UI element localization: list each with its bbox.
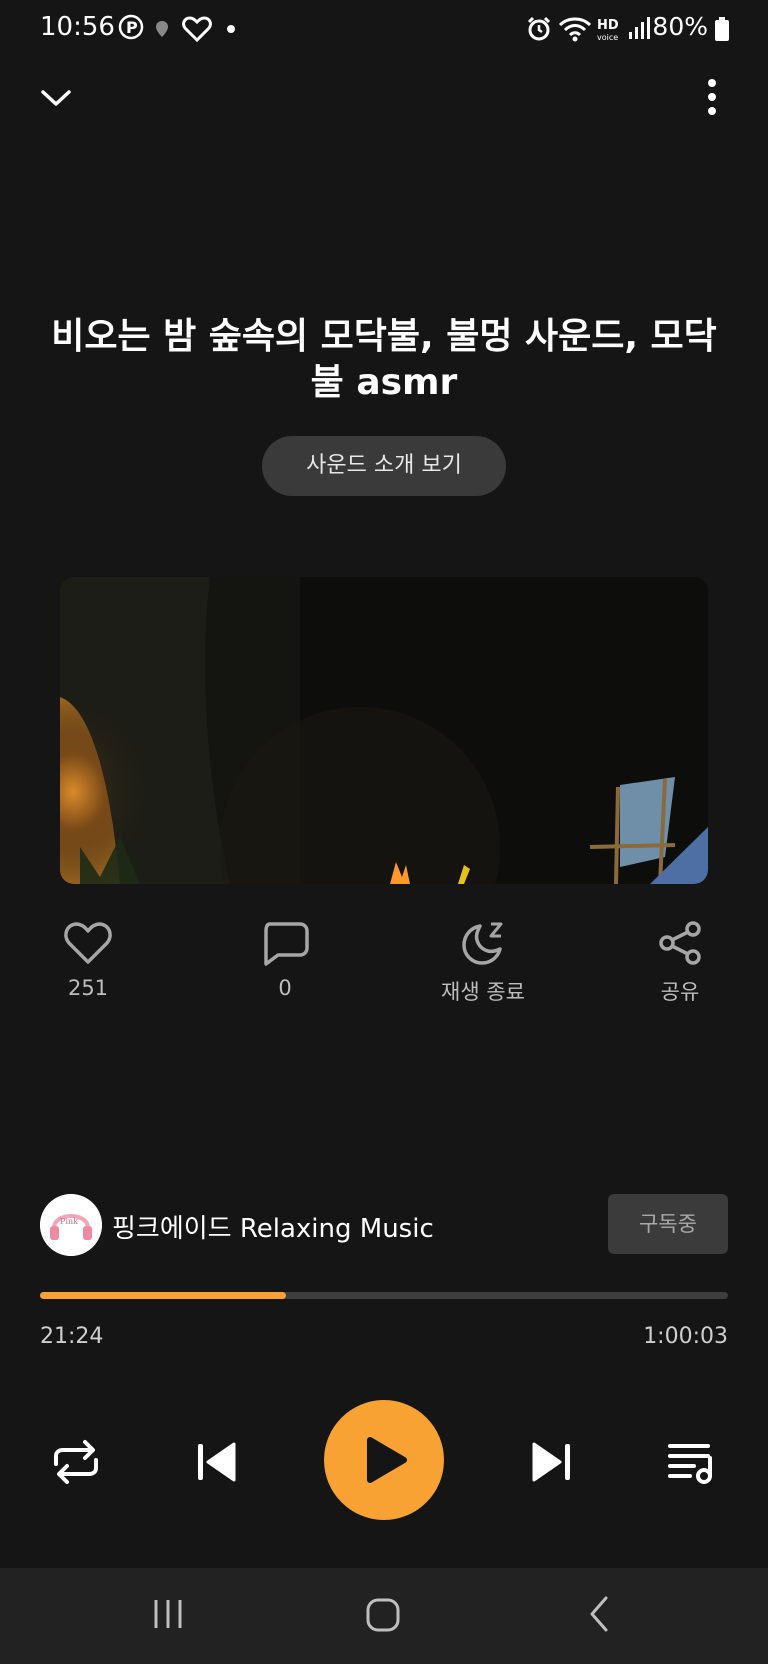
location-icon	[156, 21, 168, 37]
share-icon	[659, 921, 701, 965]
track-artwork	[60, 577, 708, 884]
back-button[interactable]	[580, 1594, 620, 1634]
svg-text:HD: HD	[597, 18, 619, 33]
sleep-timer-label: 재생 종료	[441, 980, 525, 1004]
status-bar: 10:56 P HD voice 80%	[0, 0, 768, 60]
share-button[interactable]: 공유	[600, 920, 760, 1006]
dot-icon	[227, 25, 235, 33]
time-total: 1:00:03	[643, 1324, 728, 1349]
previous-button[interactable]	[186, 1432, 246, 1492]
sound-intro-button[interactable]: 사운드 소개 보기	[262, 436, 506, 496]
more-options-button[interactable]	[692, 76, 732, 120]
alarm-icon	[527, 16, 551, 41]
repeat-button[interactable]	[46, 1432, 106, 1492]
subscribe-button[interactable]: 구독중	[608, 1194, 728, 1254]
recent-apps-icon	[154, 1600, 182, 1628]
progress-fill	[40, 1292, 286, 1299]
skip-next-icon	[532, 1442, 570, 1482]
heart-badge-icon	[182, 16, 212, 42]
collapse-button[interactable]	[36, 78, 76, 118]
progress-bar[interactable]	[40, 1292, 728, 1299]
channel-avatar[interactable]: Pink	[40, 1194, 102, 1256]
svg-text:Pink: Pink	[60, 1217, 78, 1226]
time-elapsed: 21:24	[40, 1324, 104, 1349]
battery-percent: 80%	[652, 12, 708, 41]
p-icon: P	[118, 14, 144, 40]
channel-name[interactable]: 핑크에이드 Relaxing Music	[112, 1208, 434, 1245]
more-vertical-icon	[708, 79, 716, 115]
status-time: 10:56	[40, 12, 115, 42]
track-title: 비오는 밤 숲속의 모닥불, 불멍 사운드, 모닥불 asmr	[51, 316, 717, 403]
play-button[interactable]	[324, 1400, 444, 1520]
home-icon	[366, 1598, 400, 1632]
wifi-icon	[558, 17, 592, 42]
like-button[interactable]: 251	[8, 920, 168, 1000]
playlist-button[interactable]	[662, 1432, 722, 1492]
like-count: 251	[67, 976, 109, 1000]
battery-icon	[715, 17, 729, 41]
comment-icon	[264, 922, 309, 966]
comment-count: 0	[278, 976, 292, 1000]
system-nav-bar	[0, 1568, 768, 1664]
hd-voice-icon: HD voice	[597, 18, 619, 42]
home-button[interactable]	[362, 1594, 406, 1638]
recent-apps-button[interactable]	[148, 1594, 188, 1634]
playlist-icon	[668, 1444, 712, 1484]
skip-previous-icon	[198, 1442, 236, 1482]
svg-text:P: P	[126, 18, 138, 37]
signal-icon	[629, 17, 650, 39]
share-label: 공유	[660, 980, 700, 1004]
back-icon	[590, 1596, 608, 1632]
comment-button[interactable]: 0	[205, 920, 365, 1000]
repeat-icon	[54, 1440, 98, 1484]
next-button[interactable]	[522, 1432, 582, 1492]
svg-text:voice: voice	[597, 33, 618, 42]
sleep-timer-button[interactable]: 재생 종료	[403, 920, 563, 1006]
play-icon	[367, 1437, 407, 1483]
chevron-down-icon	[41, 90, 71, 106]
moon-sleep-icon	[462, 922, 503, 965]
heart-icon	[64, 922, 112, 964]
